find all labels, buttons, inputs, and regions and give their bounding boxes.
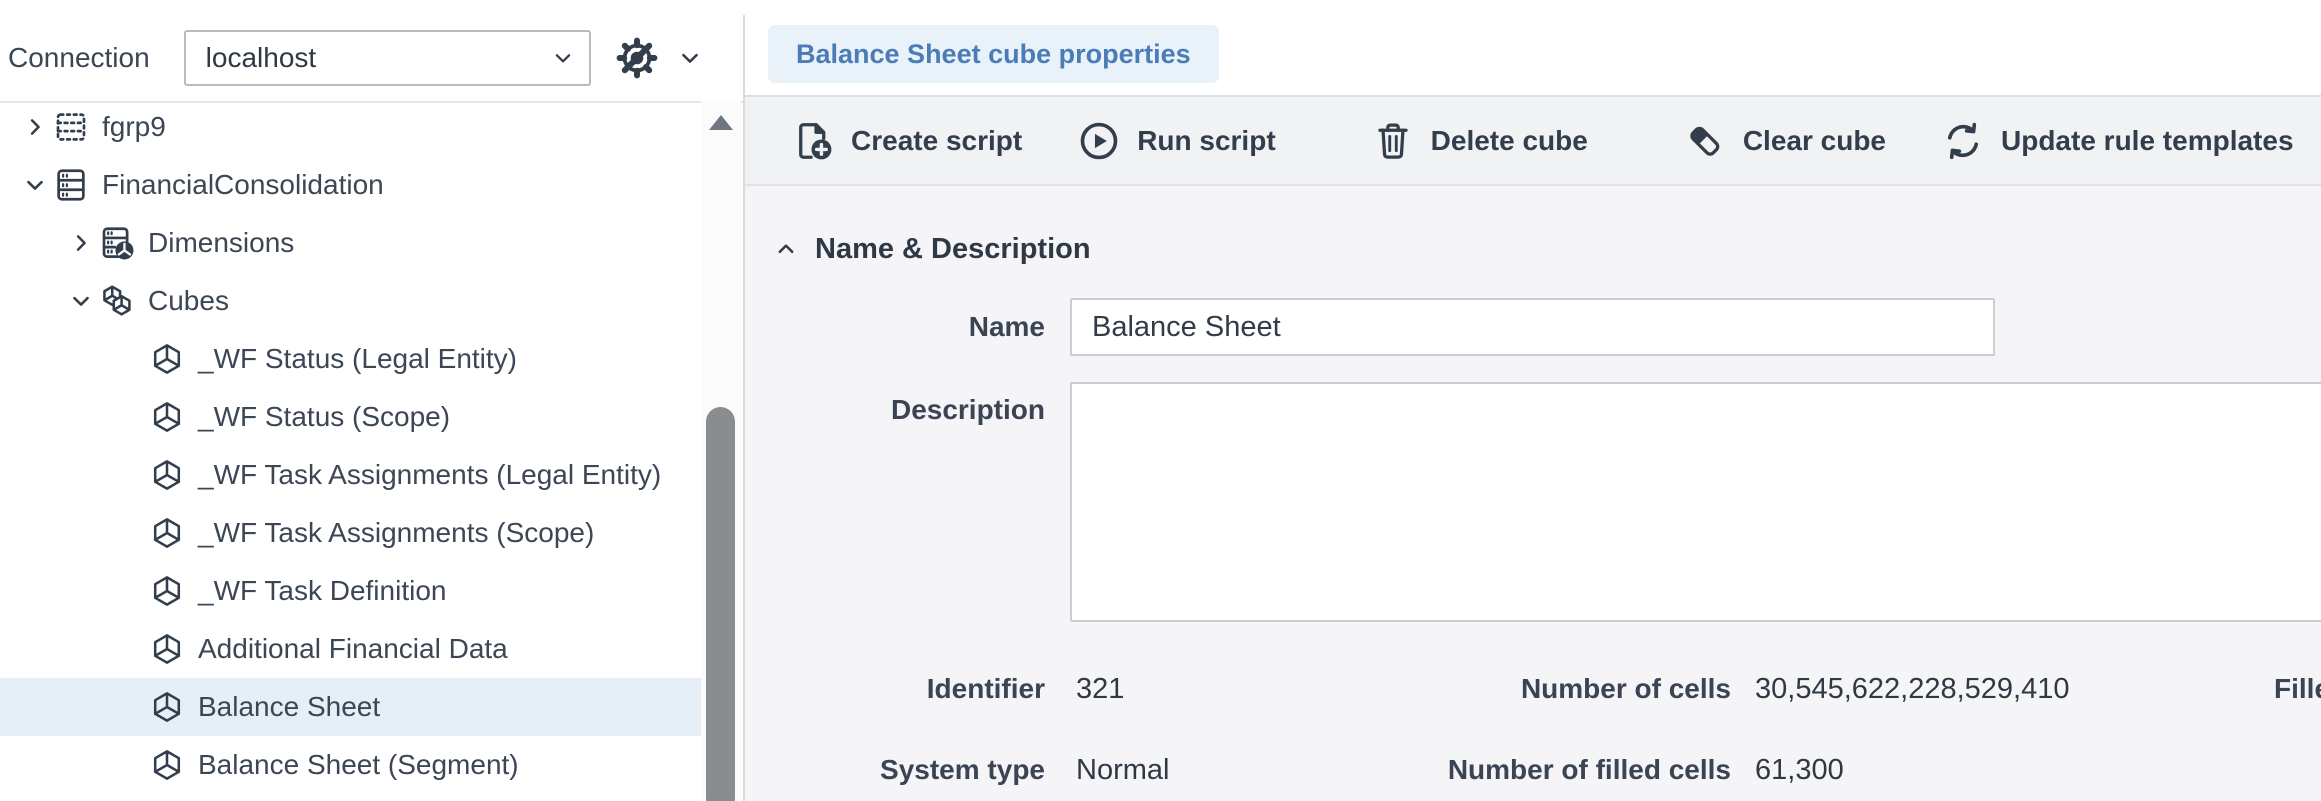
trash-icon: [1370, 118, 1416, 164]
tree-item-wf-task-assignments-legal-entity[interactable]: _WF Task Assignments (Legal Entity): [0, 446, 703, 504]
tree-item-label: Balance Sheet (Segment): [198, 749, 519, 780]
tree-item-label: Dimensions: [148, 227, 295, 258]
connection-sidebar: Connection localhost fgrp9 FinancialCons…: [0, 15, 745, 801]
name-input[interactable]: [1070, 298, 1995, 356]
cube-icon: [148, 630, 186, 668]
name-label: Name: [968, 311, 1045, 342]
run-script-button[interactable]: Run script: [1076, 118, 1276, 164]
connection-tree: fgrp9 FinancialConsolidation Dimensions …: [0, 98, 703, 801]
cube-icon: [148, 340, 186, 378]
tree-item-additional-financial-data[interactable]: Additional Financial Data: [0, 620, 703, 678]
filled-label: Filled: [2274, 673, 2321, 704]
database-icon: [52, 166, 90, 204]
stats-row-2: System type Normal Number of filled cell…: [745, 741, 2321, 799]
tree-item-label: Cubes: [148, 285, 229, 316]
section-name-description[interactable]: Name & Description: [773, 226, 1091, 272]
tree-item-label: _WF Status (Scope): [198, 401, 451, 432]
gear-icon[interactable]: [613, 34, 661, 82]
tree-item-label: _WF Task Assignments (Scope): [198, 517, 595, 548]
tab-bar: Balance Sheet cube properties: [745, 15, 2321, 97]
tree-item-wf-task-assignments-scope[interactable]: _WF Task Assignments (Scope): [0, 504, 703, 562]
tree-item-wf-status-scope[interactable]: _WF Status (Scope): [0, 388, 703, 446]
identifier-label: Identifier: [926, 673, 1045, 704]
name-row: Name: [745, 298, 1995, 356]
scrollbar-thumb[interactable]: [706, 407, 735, 801]
eraser-icon: [1682, 118, 1728, 164]
update-rule-templates-button[interactable]: Update rule templates: [1940, 118, 2294, 164]
tree-item-wf-status-legal-entity[interactable]: _WF Status (Legal Entity): [0, 330, 703, 388]
connection-label: Connection: [8, 42, 150, 73]
tree-item-cubes[interactable]: Cubes: [0, 272, 703, 330]
chevron-down-icon[interactable]: [677, 45, 703, 71]
description-label: Description: [890, 394, 1045, 425]
identifier-value: 321: [1076, 673, 1125, 705]
system-type-value: Normal: [1076, 754, 1170, 786]
system-type-label: System type: [880, 754, 1045, 785]
number-of-cells-value: 30,545,622,228,529,410: [1755, 673, 2070, 705]
chevron-right-icon[interactable]: [68, 230, 94, 256]
description-row: Description: [745, 382, 2321, 622]
toolbar-button-label: Create script: [851, 124, 1023, 156]
tree-item-balance-sheet-segment[interactable]: Balance Sheet (Segment): [0, 736, 703, 794]
database-dashed-icon: [52, 108, 90, 146]
section-title: Name & Description: [815, 232, 1091, 265]
cube-icon: [148, 746, 186, 784]
chevron-right-icon[interactable]: [22, 114, 48, 140]
cube-icon: [148, 398, 186, 436]
tree-item-label: Additional Financial Data: [198, 633, 508, 664]
tree-item-label: _WF Task Assignments (Legal Entity): [198, 459, 662, 490]
tree-item-dimensions[interactable]: Dimensions: [0, 214, 703, 272]
refresh-icon: [1940, 118, 1986, 164]
number-of-cells-label: Number of cells: [1520, 673, 1731, 704]
toolbar-button-label: Update rule templates: [2001, 124, 2294, 156]
connection-dropdown[interactable]: localhost: [183, 30, 591, 86]
cube-icon: [148, 572, 186, 610]
modeler-window: Connection localhost fgrp9 FinancialCons…: [0, 0, 2321, 801]
tree-item-label: _WF Status (Legal Entity): [198, 343, 518, 374]
number-of-filled-cells-label: Number of filled cells: [1447, 754, 1731, 785]
number-of-filled-cells-value: 61,300: [1755, 754, 1844, 786]
connection-dropdown-value: localhost: [205, 42, 317, 73]
run-script-icon: [1076, 118, 1122, 164]
toolbar-button-label: Clear cube: [1742, 124, 1886, 156]
properties-content: Name & Description Name Description Iden…: [745, 186, 2321, 801]
toolbar-button-label: Run script: [1137, 124, 1276, 156]
tree-item-financialconsolidation[interactable]: FinancialConsolidation: [0, 156, 703, 214]
tree-item-label: Balance Sheet: [198, 691, 381, 722]
tree-item-label: fgrp9: [102, 111, 166, 142]
tree-item-wf-task-definition[interactable]: _WF Task Definition: [0, 562, 703, 620]
tree-item-label: _WF Task Definition: [198, 575, 447, 606]
tree-item-label: FinancialConsolidation: [102, 169, 384, 200]
cube-icon: [148, 514, 186, 552]
chevron-down-icon: [551, 46, 575, 70]
tree-item-fgrp9[interactable]: fgrp9: [0, 98, 703, 156]
create-script-icon: [790, 118, 836, 164]
create-script-button[interactable]: Create script: [790, 118, 1022, 164]
stats-row-1: Identifier 321 Number of cells 30,545,62…: [745, 660, 2321, 718]
chevron-up-icon: [773, 236, 799, 262]
chevron-down-icon[interactable]: [68, 288, 94, 314]
dimensions-icon: [98, 224, 136, 262]
properties-panel: Balance Sheet cube properties Create scr…: [745, 15, 2321, 801]
toolbar: Create script Run script Delete cube Cle…: [745, 97, 2321, 186]
chevron-down-icon[interactable]: [22, 172, 48, 198]
clear-cube-button[interactable]: Clear cube: [1682, 118, 1886, 164]
cube-icon: [148, 456, 186, 494]
cubes-icon: [98, 282, 136, 320]
tab-label: Balance Sheet cube properties: [796, 38, 1191, 69]
delete-cube-button[interactable]: Delete cube: [1370, 118, 1588, 164]
connection-header: Connection localhost: [0, 15, 743, 103]
tab-cube-properties[interactable]: Balance Sheet cube properties: [768, 25, 1219, 83]
cube-icon: [148, 688, 186, 726]
toolbar-button-label: Delete cube: [1430, 124, 1588, 156]
scrollbar-up-arrow[interactable]: [709, 115, 733, 130]
tree-item-balance-sheet[interactable]: Balance Sheet: [0, 678, 703, 736]
tree-scrollbar[interactable]: [701, 101, 741, 801]
description-input[interactable]: [1070, 382, 2321, 622]
